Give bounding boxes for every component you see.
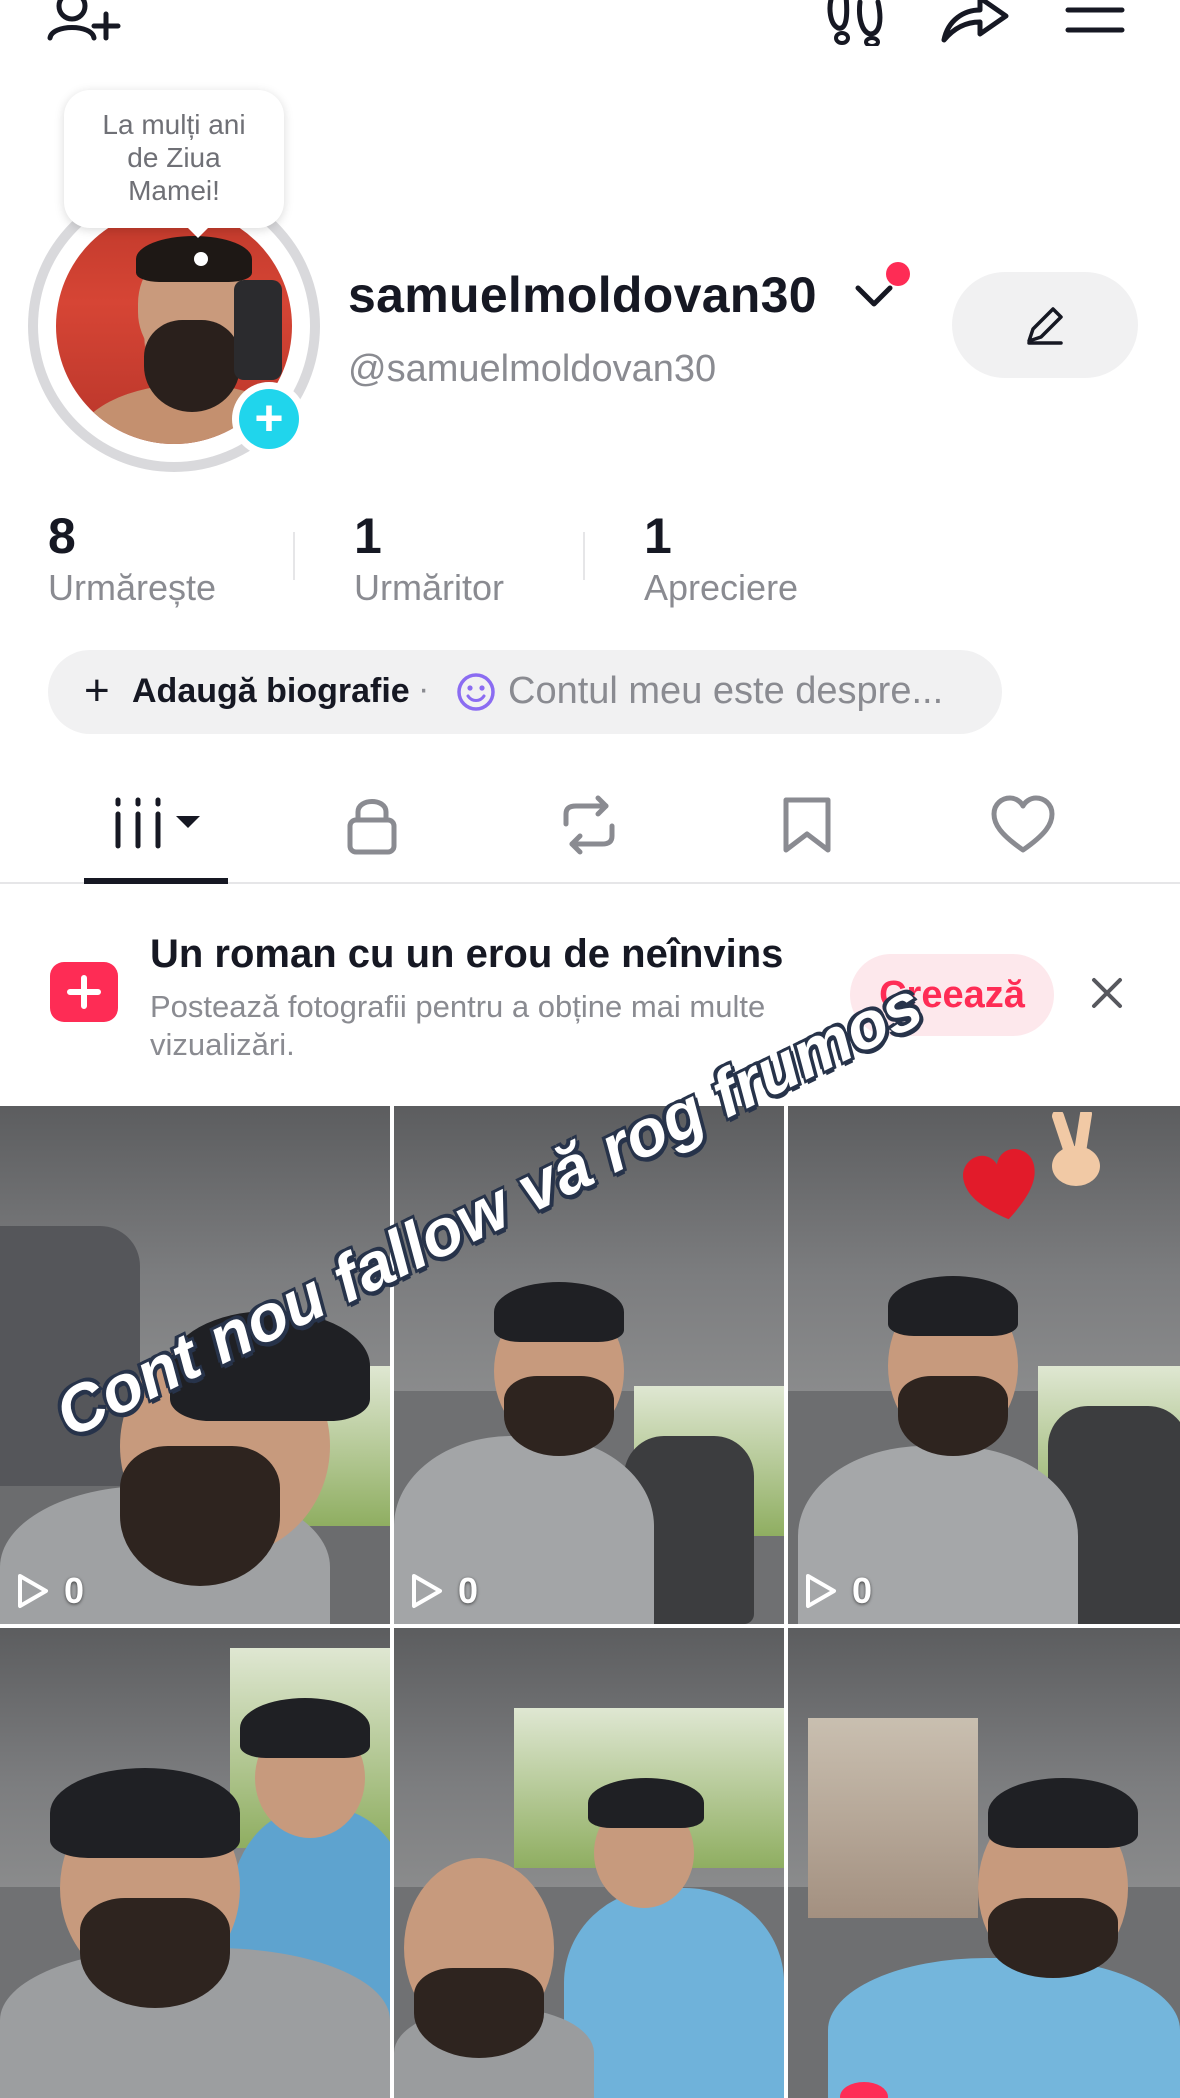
promo-title: Un roman cu un erou de neînvins	[150, 932, 784, 976]
separator: ·	[418, 670, 430, 708]
smiley-icon	[456, 672, 496, 717]
plus-icon: +	[239, 389, 299, 449]
tab-liked[interactable]	[990, 794, 1056, 861]
add-bio-label: Adaugă biografie	[132, 672, 410, 710]
stat-label: Urmăritor	[354, 567, 504, 608]
view-count: 0	[16, 1570, 84, 1612]
view-count: 0	[410, 1570, 478, 1612]
pencil-icon	[1027, 307, 1063, 345]
tab-private[interactable]	[344, 794, 400, 861]
promo-description: Postează fotografii pentru a obține mai …	[150, 989, 766, 1062]
tab-reposts[interactable]	[556, 794, 622, 861]
divider	[293, 532, 295, 580]
hamburger-menu-icon[interactable]	[1064, 0, 1126, 40]
chevron-down-icon[interactable]	[854, 282, 894, 317]
view-count: 0	[804, 1570, 872, 1612]
profile-tabs	[0, 770, 1180, 884]
heart-emoji-icon	[962, 1148, 1042, 1229]
stat-label: Apreciere	[644, 567, 799, 608]
lock-icon	[347, 799, 397, 855]
profile-handle: @samuelmoldovan30	[348, 348, 717, 390]
video-thumbnail[interactable]	[394, 1628, 784, 2098]
stat-value: 1	[644, 508, 672, 564]
videos-grid-icon	[115, 797, 200, 849]
close-icon[interactable]	[1090, 976, 1124, 1015]
divider	[583, 532, 585, 580]
heart-icon	[991, 795, 1055, 853]
stat-value: 8	[48, 508, 76, 564]
story-note-bubble[interactable]: La mulți ani de Ziua Mamei!	[64, 90, 284, 228]
video-thumbnail[interactable]	[0, 1628, 390, 2098]
plus-icon: +	[84, 666, 110, 715]
play-icon	[806, 1574, 836, 1608]
victory-hand-emoji-icon	[1040, 1108, 1110, 1197]
add-story-button[interactable]: +	[232, 382, 306, 456]
profile-username: samuelmoldovan30	[348, 267, 817, 323]
add-friend-icon[interactable]	[46, 0, 122, 44]
stat-label: Urmărește	[48, 567, 217, 608]
add-bio-button[interactable]: + Adaugă biografie · Contul meu este des…	[48, 650, 1002, 734]
tab-videos[interactable]	[112, 794, 206, 859]
play-icon	[18, 1574, 48, 1608]
tab-favorites[interactable]	[780, 794, 834, 861]
story-note-text: La mulți ani de Ziua Mamei!	[102, 109, 246, 206]
video-thumbnail[interactable]	[788, 1628, 1180, 2098]
video-grid: 0 0 0	[0, 1106, 1180, 2098]
notification-dot	[886, 262, 910, 286]
repost-icon	[563, 795, 615, 855]
footprints-icon[interactable]	[824, 0, 888, 46]
play-icon	[412, 1574, 442, 1608]
create-plus-icon	[50, 962, 118, 1022]
stat-likes[interactable]: 1 Apreciere	[644, 508, 798, 610]
bookmark-icon	[783, 797, 831, 853]
stat-value: 1	[354, 508, 382, 564]
share-icon[interactable]	[938, 0, 1010, 46]
stat-followers[interactable]: 1 Urmăritor	[354, 508, 504, 610]
about-placeholder: Contul meu este despre...	[508, 670, 944, 712]
stat-following[interactable]: 8 Urmărește	[48, 508, 216, 610]
edit-profile-button[interactable]	[952, 272, 1138, 378]
